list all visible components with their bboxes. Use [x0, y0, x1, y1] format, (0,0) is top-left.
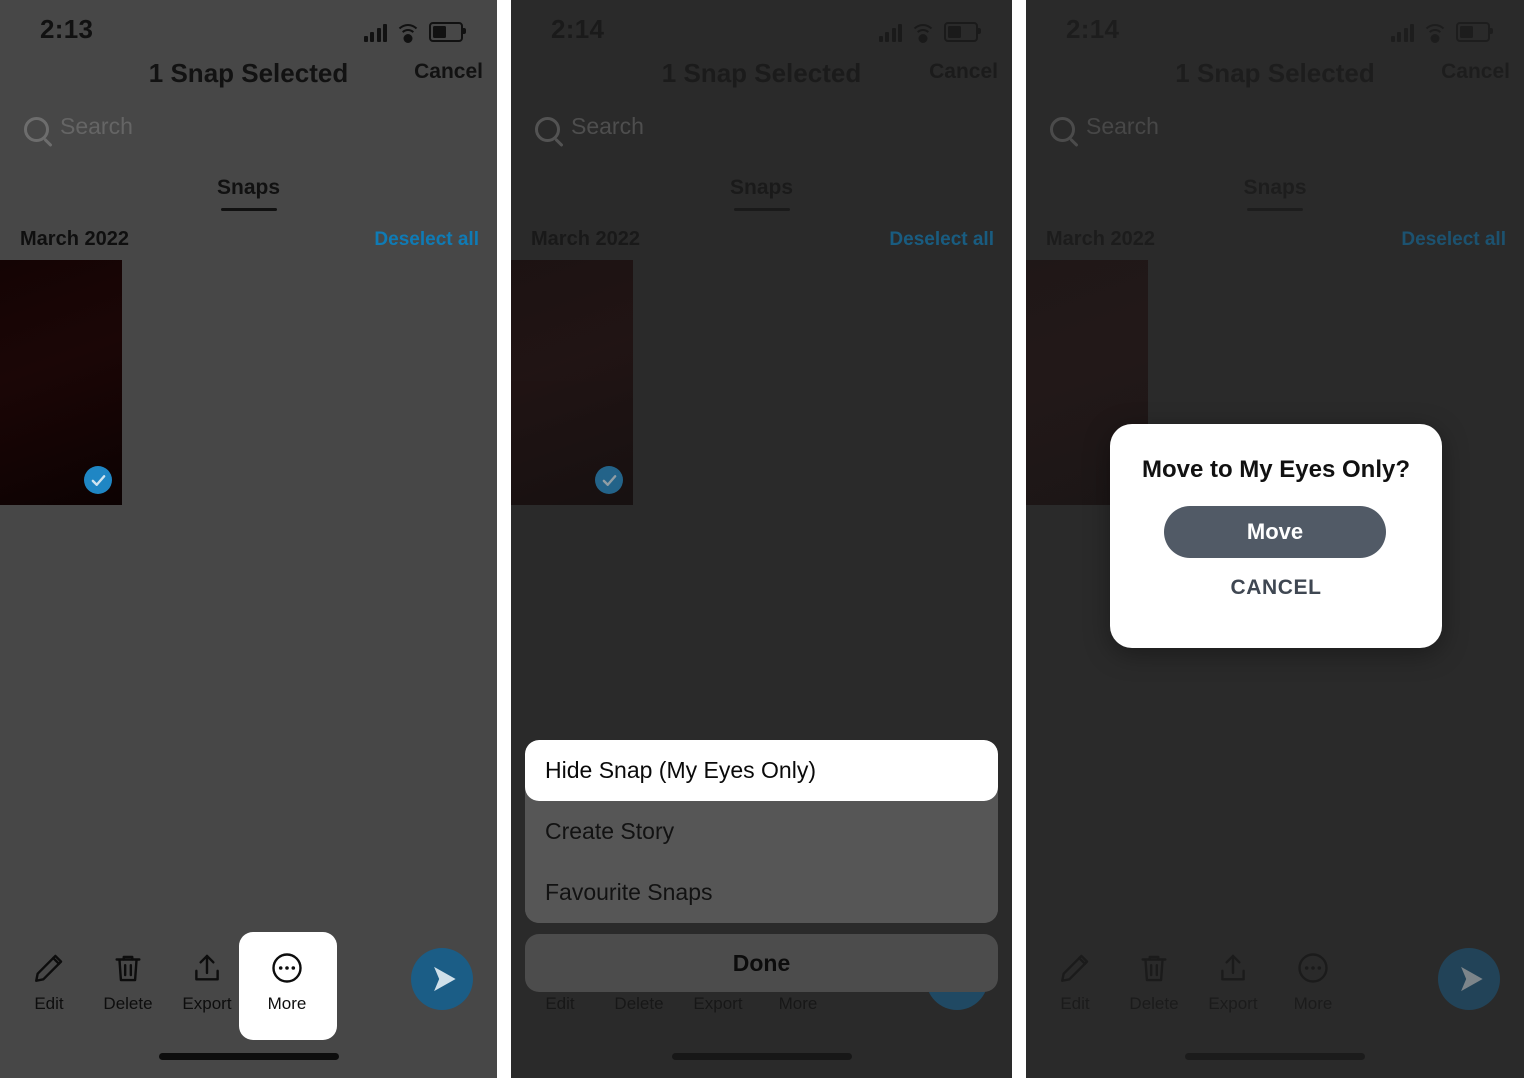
send-button[interactable] [411, 948, 473, 1010]
home-indicator [158, 1053, 339, 1060]
search-icon [535, 117, 560, 142]
edit-button[interactable]: Edit [8, 946, 90, 1014]
status-bar: 2:14 [511, 0, 1012, 58]
dialog-cancel-button[interactable]: CANCEL [1110, 576, 1442, 600]
edit-label: Edit [545, 994, 575, 1013]
snap-thumbnail[interactable] [511, 260, 633, 505]
status-icons [363, 16, 466, 43]
status-clock: 2:13 [40, 14, 94, 44]
nav-header: 1 Snap Selected Cancel [0, 58, 497, 102]
trash-icon [87, 946, 169, 990]
wifi-icon [395, 24, 421, 43]
section-header: March 2022 Deselect all [0, 228, 497, 254]
battery-icon [429, 22, 466, 42]
nav-header: 1 Snap Selected Cancel [511, 58, 1012, 102]
status-clock: 2:14 [551, 14, 605, 44]
more-button[interactable]: More [246, 946, 328, 1014]
pencil-icon [8, 946, 90, 990]
tab-active-indicator [733, 208, 790, 211]
tab-active-indicator [220, 208, 277, 211]
checkmark-icon [595, 466, 623, 494]
phone-panel-3: 2:14 1 Snap Selected Cancel Search Snaps [1026, 0, 1524, 1078]
send-arrow-icon [434, 966, 456, 992]
cellular-bars-icon [878, 24, 902, 42]
snap-grid [0, 260, 497, 510]
phone-panel-1: 2:13 1 Snap Selected Cancel Search Snaps [0, 0, 497, 1078]
action-favourite-snaps[interactable]: Favourite Snaps [525, 862, 998, 923]
deselect-all-button[interactable]: Deselect all [889, 229, 994, 251]
wifi-icon [910, 24, 936, 43]
deselect-all-button[interactable]: Deselect all [374, 229, 479, 251]
status-bar: 2:13 [0, 0, 497, 58]
cellular-bars-icon [363, 24, 387, 42]
action-sheet: Hide Snap (My Eyes Only) Create Story Fa… [525, 740, 998, 992]
delete-label: Delete [103, 994, 153, 1013]
tab-snaps[interactable]: Snaps [511, 176, 1012, 200]
status-icons [878, 16, 981, 43]
share-upload-icon [166, 946, 248, 990]
cancel-button[interactable]: Cancel [929, 60, 998, 84]
checkmark-icon [84, 466, 112, 494]
tab-bar: Snaps [0, 176, 497, 218]
action-create-story[interactable]: Create Story [525, 801, 998, 862]
search-input[interactable]: Search [60, 113, 133, 140]
tab-bar: Snaps [511, 176, 1012, 218]
screenshot-stage: 2:13 1 Snap Selected Cancel Search Snaps [0, 0, 1524, 1078]
tab-snaps[interactable]: Snaps [0, 176, 497, 200]
export-label: Export [693, 994, 743, 1013]
delete-button[interactable]: Delete [87, 946, 169, 1014]
action-hide-snap[interactable]: Hide Snap (My Eyes Only) [525, 740, 998, 801]
search-input[interactable]: Search [571, 113, 644, 140]
export-label: Export [182, 994, 232, 1013]
action-sheet-group: Hide Snap (My Eyes Only) Create Story Fa… [525, 740, 998, 923]
edit-label: Edit [34, 994, 64, 1013]
bottom-toolbar: Edit Delete Export More [0, 932, 497, 1040]
section-header: March 2022 Deselect all [511, 228, 1012, 254]
snap-thumbnail[interactable] [0, 260, 122, 505]
search-icon [24, 117, 49, 142]
done-button[interactable]: Done [525, 934, 998, 992]
more-label: More [267, 994, 307, 1013]
phone-panel-2: 2:14 1 Snap Selected Cancel Search Snaps [511, 0, 1012, 1078]
home-indicator [671, 1053, 852, 1060]
delete-label: Delete [614, 994, 664, 1013]
section-month-label: March 2022 [20, 228, 129, 250]
battery-icon [944, 22, 981, 42]
more-label: More [778, 994, 818, 1013]
cancel-button[interactable]: Cancel [414, 60, 483, 84]
section-month-label: March 2022 [531, 228, 640, 250]
dialog-title: Move to My Eyes Only? [1141, 456, 1411, 483]
search-bar[interactable]: Search [511, 112, 1012, 152]
move-button[interactable]: Move [1164, 506, 1386, 558]
search-bar[interactable]: Search [0, 112, 497, 152]
export-button[interactable]: Export [166, 946, 248, 1014]
ellipsis-circle-icon [246, 946, 328, 990]
move-confirm-dialog: Move to My Eyes Only? Move CANCEL [1110, 424, 1442, 648]
snap-grid [511, 260, 1012, 510]
